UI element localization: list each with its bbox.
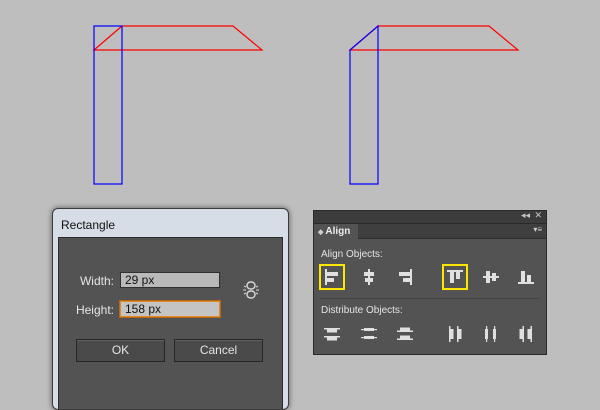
- horizontal-align-left-icon: [325, 269, 338, 285]
- width-field[interactable]: 29 px: [120, 272, 220, 288]
- tab-align-label: Align: [325, 226, 351, 237]
- vertical-align-top-icon: [447, 270, 463, 283]
- vertical-distribute-top-button[interactable]: [319, 321, 345, 347]
- dialog-body: Width: 29 px Height: 158 px OK Cancel: [58, 237, 283, 409]
- artboard: [92, 24, 520, 185]
- vertical-align-bottom-icon: [518, 271, 534, 284]
- rectangle-dialog: Rectangle Width: 29 px Height: 158 px OK…: [52, 208, 289, 410]
- width-label: Width:: [79, 274, 114, 288]
- horizontal-distribute-right-button[interactable]: [513, 321, 539, 347]
- vertical-align-center-icon: [483, 271, 499, 283]
- dialog-title: Rectangle: [61, 218, 116, 232]
- align-panel: ◂◂ ✕ ◆ Align ▾≡ Align Objects: Distribut…: [313, 210, 547, 355]
- horizontal-distribute-center-button[interactable]: [478, 321, 504, 347]
- tab-expand-icon: ◆: [318, 229, 324, 236]
- red-parallelogram-path[interactable]: [92, 25, 264, 51]
- shape-pair-right: [348, 24, 520, 185]
- distribute-objects-label: Distribute Objects:: [321, 305, 403, 316]
- horizontal-distribute-left-icon: [449, 326, 462, 342]
- vertical-distribute-top-icon: [324, 328, 340, 341]
- height-label: Height:: [75, 303, 114, 317]
- shape-pair-left: [92, 25, 264, 185]
- panel-header-bar: ◂◂ ✕: [314, 210, 546, 224]
- height-field[interactable]: 158 px: [120, 301, 220, 317]
- vertical-distribute-bottom-button[interactable]: [392, 321, 418, 347]
- panel-tab-row: ◆ Align ▾≡: [314, 224, 546, 239]
- horizontal-distribute-center-icon: [485, 326, 496, 342]
- cancel-button[interactable]: Cancel: [174, 339, 263, 362]
- constrain-proportions-link-icon[interactable]: [242, 280, 260, 300]
- horizontal-align-center-button[interactable]: [356, 264, 382, 290]
- align-objects-label: Align Objects:: [321, 249, 383, 260]
- horizontal-distribute-left-button[interactable]: [442, 321, 468, 347]
- red-parallelogram-path[interactable]: [348, 25, 520, 51]
- horizontal-align-left-button[interactable]: [319, 264, 345, 290]
- vertical-align-top-button[interactable]: [442, 264, 468, 290]
- vertical-distribute-center-button[interactable]: [356, 321, 382, 347]
- vertical-align-center-button[interactable]: [478, 264, 504, 290]
- collapse-panel-icon[interactable]: ◂◂: [521, 210, 530, 221]
- panel-menu-icon[interactable]: ▾≡: [533, 225, 542, 234]
- horizontal-align-center-icon: [364, 269, 374, 285]
- vertical-align-bottom-button[interactable]: [513, 264, 539, 290]
- horizontal-distribute-right-icon: [519, 326, 532, 342]
- horizontal-align-right-icon: [399, 269, 412, 285]
- tab-align[interactable]: ◆ Align: [314, 224, 358, 239]
- vertical-distribute-bottom-icon: [397, 327, 413, 340]
- panel-divider: [320, 298, 540, 299]
- horizontal-align-right-button[interactable]: [392, 264, 418, 290]
- vertical-distribute-center-icon: [361, 328, 377, 339]
- close-panel-icon[interactable]: ✕: [534, 210, 542, 221]
- ok-button[interactable]: OK: [76, 339, 165, 362]
